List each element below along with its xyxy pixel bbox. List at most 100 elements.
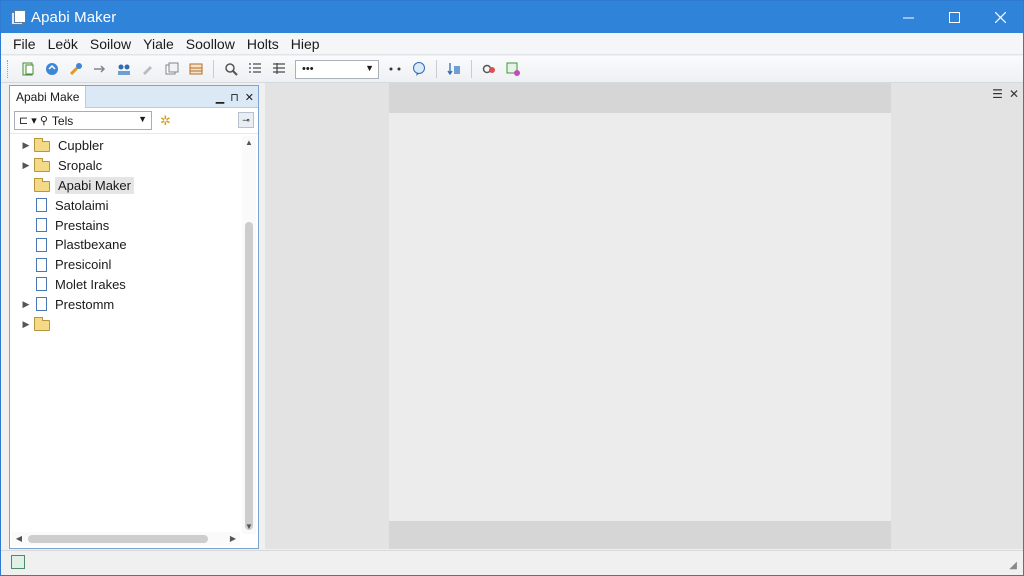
menu-lines-icon[interactable]: ☰ [992, 87, 1003, 101]
list-alt-icon[interactable] [269, 59, 289, 79]
panel-header: Apabi Make ▁ ⊓ ✕ [10, 85, 258, 108]
app-window: Apabi Maker File Leök Soilow Yiale Sooll… [0, 0, 1024, 576]
close-document-icon[interactable]: ✕ [1009, 87, 1019, 101]
tree-item[interactable]: Satolaimi [10, 195, 242, 215]
chevron-down-icon: ▼ [138, 114, 147, 124]
maximize-icon [948, 11, 960, 23]
maximize-button[interactable] [931, 1, 977, 33]
tree-item-label: Sropalc [58, 158, 103, 174]
expand-icon[interactable]: ▶ [18, 140, 34, 151]
panel-controls: ▁ ⊓ ✕ [216, 86, 254, 108]
toolbar-separator [471, 60, 472, 78]
tree-item-label: Prestains [55, 217, 110, 233]
scroll-thumb[interactable] [245, 222, 253, 530]
menu-file[interactable]: File [7, 33, 42, 55]
scroll-left-icon[interactable]: ◀ [12, 532, 26, 546]
toolbar-grip[interactable] [7, 60, 10, 78]
document-area: ☰ ✕ [265, 83, 1023, 549]
document-controls: ☰ ✕ [992, 87, 1019, 101]
style-combo[interactable]: ••• ▼ [295, 59, 379, 79]
edit-document-icon [36, 218, 47, 233]
tree-item[interactable]: Molet Irakes [10, 275, 242, 295]
status-bar: ◢ [1, 550, 1023, 575]
tree-item-label: Cupbler [58, 138, 104, 154]
folder-icon [34, 316, 50, 331]
pin-icon[interactable]: ⊸ [238, 112, 254, 128]
sort-icon[interactable] [444, 59, 464, 79]
minimize-button[interactable] [885, 1, 931, 33]
pinwheel-icon[interactable]: ✲ [160, 113, 171, 129]
scroll-down-icon[interactable]: ▼ [242, 520, 256, 534]
panel-minimize-icon[interactable]: ▁ [216, 91, 224, 104]
folder-icon [34, 177, 50, 192]
toolbar: ••• ▼ [1, 56, 1023, 83]
tree-item[interactable]: ▶ Cupbler [10, 136, 242, 156]
tree-item-label: Satolaimi [55, 197, 109, 213]
tree-item-label: Plastbexane [55, 237, 127, 253]
copy-icon[interactable] [162, 59, 182, 79]
resize-grip-icon[interactable]: ◢ [1009, 560, 1017, 571]
menu-insert[interactable]: Yiale [137, 33, 180, 55]
close-icon [994, 11, 1006, 23]
arrow-right-icon[interactable] [90, 59, 110, 79]
expand-icon[interactable]: ▶ [18, 160, 34, 171]
document-icon [36, 257, 47, 272]
export-icon[interactable] [503, 59, 523, 79]
tree-item-label: Molet Irakes [55, 276, 126, 292]
users-icon[interactable] [114, 59, 134, 79]
open-icon[interactable] [42, 59, 62, 79]
tree-item[interactable]: ▶ Sropalc [10, 156, 242, 176]
document-icon [36, 237, 47, 252]
menu-bar: File Leök Soilow Yiale Soollow Holts Hie… [1, 33, 1023, 55]
menu-format[interactable]: Soollow [180, 33, 241, 55]
list-icon[interactable] [245, 59, 265, 79]
tree-item-selected[interactable]: Apabi Maker [10, 176, 242, 196]
style-combo-value: ••• [302, 63, 314, 75]
tree-item[interactable]: Prestains [10, 215, 242, 235]
document-icon [36, 277, 47, 292]
filter-combo[interactable]: ⊏ ▾ ⚲ Tels ▼ [14, 111, 152, 130]
menu-edit[interactable]: Leök [42, 33, 84, 55]
tree-item[interactable]: ▶ Prestomm [10, 294, 242, 314]
folder-icon [34, 138, 50, 153]
close-button[interactable] [977, 1, 1023, 33]
tree-item[interactable]: Presicoinl [10, 255, 242, 275]
expand-icon[interactable]: ▶ [18, 319, 34, 330]
menu-view[interactable]: Soilow [84, 33, 137, 55]
new-doc-icon[interactable] [18, 59, 38, 79]
zoom-icon[interactable] [221, 59, 241, 79]
expand-icon[interactable]: ▶ [18, 299, 34, 310]
app-icon [11, 10, 26, 25]
minimize-icon [902, 17, 914, 18]
panel-close-icon[interactable]: ✕ [245, 91, 254, 104]
menu-tools[interactable]: Holts [241, 33, 285, 55]
title-bar: Apabi Maker [1, 1, 1023, 33]
tree-item-label: Presicoinl [55, 257, 112, 273]
tag-document-icon [36, 297, 47, 312]
tag-icon[interactable] [138, 59, 158, 79]
vertical-scrollbar[interactable]: ▲ ▼ [242, 136, 256, 534]
brush-icon[interactable] [66, 59, 86, 79]
scroll-right-icon[interactable]: ▶ [226, 532, 240, 546]
status-icon[interactable] [11, 555, 25, 569]
tree-item[interactable]: Plastbexane [10, 235, 242, 255]
document-page[interactable] [389, 113, 891, 521]
window-title: Apabi Maker [31, 8, 117, 26]
toolbar-separator [436, 60, 437, 78]
comment-icon[interactable] [409, 59, 429, 79]
scroll-thumb[interactable] [28, 535, 208, 543]
scroll-up-icon[interactable]: ▲ [242, 136, 256, 150]
window-controls [885, 1, 1023, 33]
panel-filter: ⊏ ▾ ⚲ Tels ▼ ✲ ⊸ [10, 108, 258, 134]
menu-help[interactable]: Hiep [285, 33, 326, 55]
filter-prefix-icon: ⊏ ▾ ⚲ [19, 115, 48, 127]
tree-item[interactable]: ▶ [10, 314, 242, 334]
tree-view: ▶ Cupbler ▶ Sropalc Apabi Maker Satolaimi … [10, 136, 242, 532]
link-icon[interactable] [479, 59, 499, 79]
dots-icon[interactable] [385, 59, 405, 79]
horizontal-scrollbar[interactable]: ◀ ▶ [12, 532, 240, 546]
panel-float-icon[interactable]: ⊓ [230, 91, 239, 104]
panel-tab[interactable]: Apabi Make [10, 85, 87, 108]
toolbar-separator [213, 60, 214, 78]
table-icon[interactable] [186, 59, 206, 79]
